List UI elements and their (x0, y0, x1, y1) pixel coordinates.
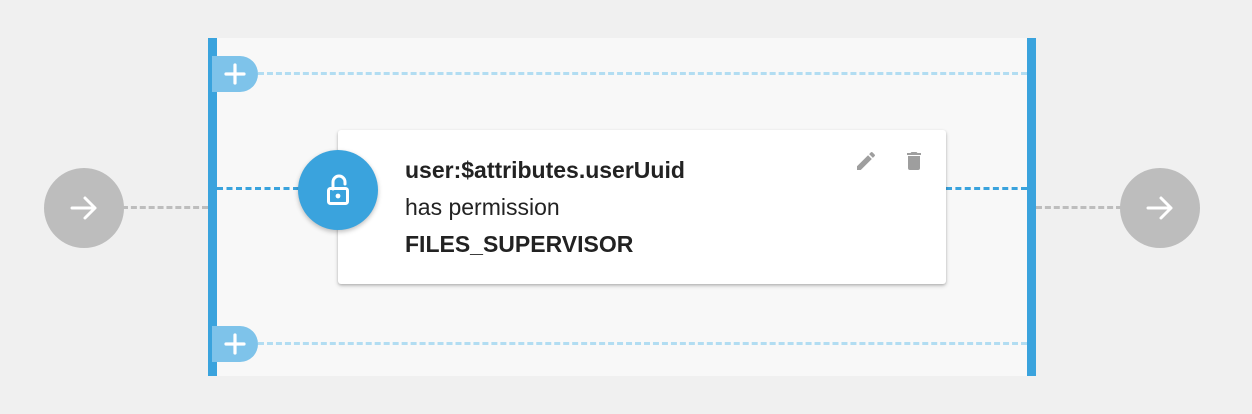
condition-relation: has permission (405, 194, 560, 220)
exit-node[interactable] (1120, 168, 1200, 248)
main-lane-line-left (217, 187, 299, 190)
exit-connector-line (1036, 206, 1122, 209)
main-lane-line-right (946, 187, 1027, 190)
edit-button[interactable] (853, 148, 879, 174)
plus-icon (224, 63, 246, 85)
trash-icon (907, 152, 921, 170)
add-condition-top-button[interactable] (212, 56, 258, 92)
arrow-right-icon (70, 196, 97, 220)
delete-button[interactable] (901, 148, 927, 174)
bottom-lane-line (258, 342, 1027, 345)
entry-connector-line (122, 206, 208, 209)
condition-permission: FILES_SUPERVISOR (405, 231, 634, 257)
condition-type-badge (298, 150, 378, 230)
group-right-border (1027, 38, 1036, 376)
arrow-right-icon (1146, 196, 1173, 220)
add-condition-bottom-button[interactable] (212, 326, 258, 362)
pencil-icon (857, 151, 876, 170)
lock-open-icon (327, 174, 349, 205)
plus-icon (224, 333, 246, 355)
condition-subject: user:$attributes.userUuid (405, 157, 685, 183)
condition-text: user:$attributes.userUuid has permission… (405, 152, 685, 263)
entry-node[interactable] (44, 168, 124, 248)
top-lane-line (258, 72, 1027, 75)
permission-condition-card[interactable]: user:$attributes.userUuid has permission… (338, 130, 946, 284)
